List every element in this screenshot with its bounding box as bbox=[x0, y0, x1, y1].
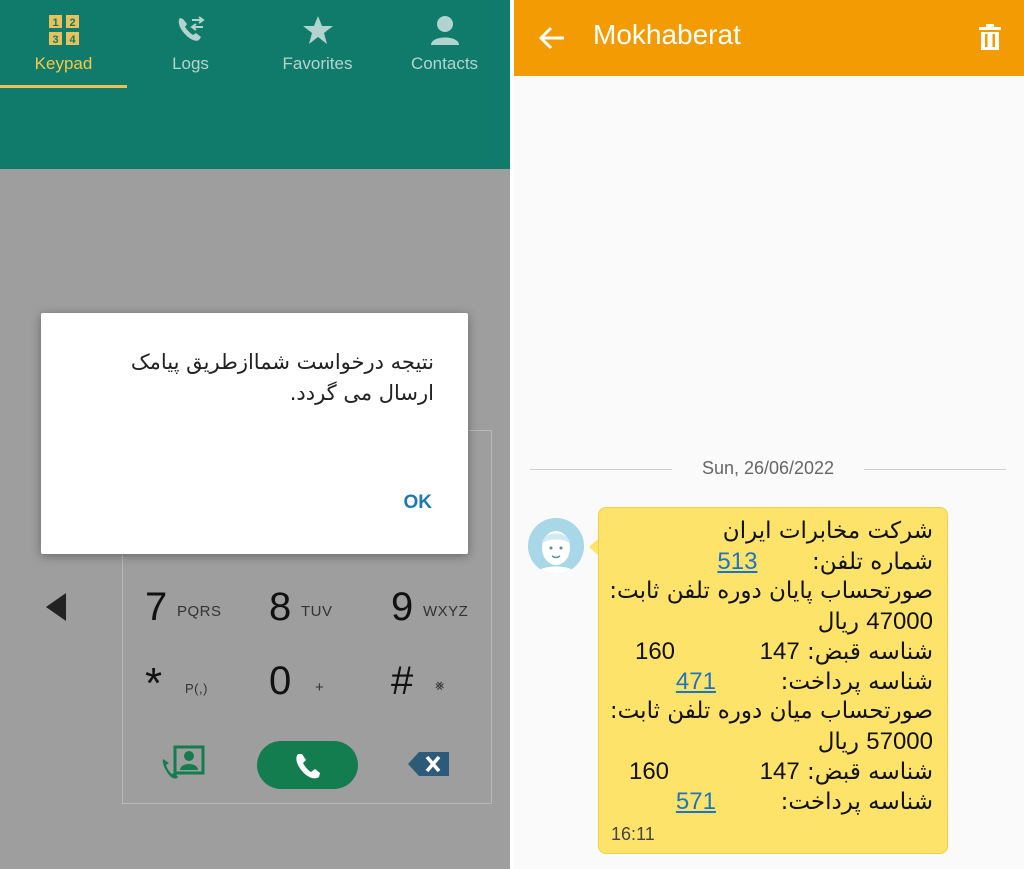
back-button[interactable] bbox=[538, 24, 566, 56]
star-icon bbox=[302, 16, 333, 44]
delete-button[interactable] bbox=[978, 24, 1002, 54]
svg-text:3: 3 bbox=[52, 34, 58, 46]
message-thread-screen: Mokhaberat Sun, 26/06/2022 شرکت مخابرات … bbox=[514, 0, 1024, 869]
key-0[interactable]: 0 + bbox=[247, 657, 369, 717]
default-avatar-icon bbox=[528, 518, 584, 574]
key-digit: 0 bbox=[269, 659, 292, 703]
date-separator: Sun, 26/06/2022 bbox=[530, 458, 1006, 482]
message-line: 47000 ریال bbox=[818, 608, 933, 636]
key-star[interactable]: * P(,) bbox=[123, 657, 245, 717]
keypad-row: * P(,) 0 + # ⨳ bbox=[123, 657, 491, 717]
thread-app-bar: Mokhaberat bbox=[514, 0, 1024, 76]
bill-id-part: 160 bbox=[628, 758, 670, 785]
tab-keypad-label: Keypad bbox=[34, 54, 93, 73]
collapse-arrow-icon[interactable] bbox=[46, 593, 66, 621]
call-log-icon bbox=[178, 16, 205, 41]
key-digit: * bbox=[145, 659, 163, 708]
backspace-icon bbox=[408, 752, 449, 776]
payment-id-link[interactable]: 571 bbox=[676, 788, 716, 815]
tab-favorites[interactable]: Favorites bbox=[254, 0, 381, 88]
ok-button[interactable]: OK bbox=[404, 492, 433, 514]
tab-logs-label: Logs bbox=[172, 54, 209, 73]
key-8[interactable]: 8 TUV bbox=[247, 583, 369, 643]
keypad-icon: 1 2 3 4 bbox=[48, 15, 79, 46]
message-label: شناسه پرداخت: bbox=[780, 789, 933, 815]
message-line: صورتحساب میان دوره تلفن ثابت: bbox=[609, 698, 933, 724]
message-time: 16:11 bbox=[611, 824, 655, 844]
dialer-tab-bar: 1 2 3 4 Keypad Logs Favorites Contacts bbox=[0, 0, 510, 169]
contact-card-icon bbox=[162, 745, 205, 779]
message-line: شناسه پرداخت: 471 bbox=[676, 668, 933, 696]
back-arrow-icon bbox=[538, 26, 564, 50]
message-line: شماره تلفن: 513 bbox=[717, 548, 933, 576]
phone-icon bbox=[296, 754, 320, 779]
tab-logs[interactable]: Logs bbox=[127, 0, 254, 88]
message-label: شناسه قبض: bbox=[807, 639, 933, 665]
trash-icon bbox=[979, 24, 1001, 50]
message-line: شناسه قبض: 147 160 bbox=[635, 638, 933, 666]
result-dialog: نتیجه درخواست شماازطریق پیامک ارسال می گ… bbox=[41, 313, 468, 554]
separator-line bbox=[864, 469, 1006, 470]
tab-contacts-label: Contacts bbox=[410, 54, 479, 73]
add-to-contacts-button[interactable] bbox=[161, 745, 205, 785]
message-bubble[interactable]: شرکت مخابرات ایران شماره تلفن: 513 صورتح… bbox=[598, 507, 948, 854]
tab-favorites-label: Favorites bbox=[282, 54, 353, 73]
dialog-message: نتیجه درخواست شماازطریق پیامک ارسال می گ… bbox=[130, 350, 434, 405]
key-digit: 9 bbox=[391, 585, 414, 629]
tab-contacts[interactable]: Contacts bbox=[381, 0, 508, 88]
payment-id-link[interactable]: 471 bbox=[676, 668, 716, 695]
tab-keypad[interactable]: 1 2 3 4 Keypad bbox=[0, 0, 127, 88]
key-letters: + bbox=[315, 679, 325, 696]
message-label: شناسه پرداخت: bbox=[780, 669, 933, 695]
key-letters: TUV bbox=[301, 603, 333, 620]
dialer-screen: 1 2 3 4 Keypad Logs Favorites Contacts 7… bbox=[0, 0, 510, 869]
key-digit: 7 bbox=[145, 585, 168, 629]
sender-avatar[interactable] bbox=[528, 518, 584, 574]
active-tab-indicator bbox=[0, 85, 127, 88]
currency-unit: ریال bbox=[817, 729, 859, 755]
keypad-row: 7 PQRS 8 TUV 9 WXYZ bbox=[123, 583, 491, 643]
key-digit: 8 bbox=[269, 585, 292, 629]
bill-id-part: 147 bbox=[759, 758, 800, 785]
message-label: شماره تلفن: bbox=[812, 549, 933, 575]
svg-text:4: 4 bbox=[69, 34, 76, 46]
message-line: صورتحساب پایان دوره تلفن ثابت: bbox=[609, 578, 933, 604]
message-line: شناسه قبض: 147 160 bbox=[629, 758, 933, 786]
message-line: شناسه پرداخت: 571 bbox=[676, 788, 933, 816]
backspace-button[interactable] bbox=[407, 751, 451, 781]
message-line: 57000 ریال bbox=[818, 728, 933, 756]
key-7[interactable]: 7 PQRS bbox=[123, 583, 245, 643]
key-9[interactable]: 9 WXYZ bbox=[369, 583, 491, 643]
message-line: شرکت مخابرات ایران bbox=[722, 518, 933, 544]
bill-id-part: 147 bbox=[759, 638, 800, 665]
key-letters: P(,) bbox=[185, 681, 208, 696]
key-letters: ⨳ bbox=[435, 677, 445, 694]
thread-title: Mokhaberat bbox=[593, 19, 741, 50]
call-button[interactable] bbox=[257, 741, 358, 789]
currency-unit: ریال bbox=[817, 609, 859, 635]
phone-number-link[interactable]: 513 bbox=[717, 548, 757, 575]
svg-text:2: 2 bbox=[69, 17, 75, 29]
svg-text:1: 1 bbox=[52, 17, 58, 29]
amount-value: 57000 bbox=[866, 728, 933, 755]
key-digit: # bbox=[391, 659, 414, 703]
key-hash[interactable]: # ⨳ bbox=[369, 657, 491, 717]
message-label: شناسه قبض: bbox=[807, 759, 933, 785]
key-letters: PQRS bbox=[177, 603, 222, 620]
bill-id-part: 160 bbox=[634, 638, 676, 665]
key-letters: WXYZ bbox=[423, 603, 469, 620]
contact-person-icon bbox=[430, 16, 459, 45]
amount-value: 47000 bbox=[866, 608, 933, 635]
